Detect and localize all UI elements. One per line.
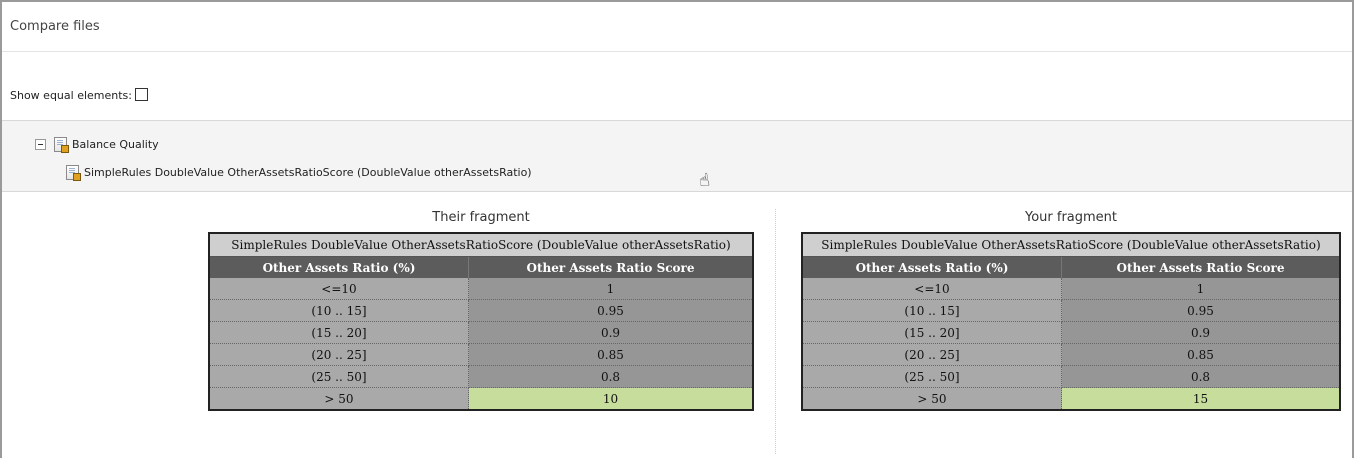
- your-fragment-title: Your fragment: [1024, 210, 1118, 225]
- column-header: Other Assets Ratio (%): [209, 256, 469, 278]
- tree-node-balance-quality[interactable]: Balance Quality: [35, 137, 159, 153]
- condition-cell: <=10: [209, 278, 469, 300]
- score-cell: 0.9: [468, 321, 753, 344]
- score-cell: 0.9: [1061, 321, 1340, 344]
- tree-node-simplerules[interactable]: SimpleRules DoubleValue OtherAssetsRatio…: [66, 165, 532, 181]
- score-cell: 0.95: [468, 299, 753, 322]
- condition-cell: (10 .. 15]: [209, 299, 469, 322]
- column-header: Other Assets Ratio Score: [468, 256, 754, 278]
- table-row: (20 .. 25] 0.85: [209, 343, 753, 366]
- table-row: (15 .. 20] 0.9: [209, 321, 753, 344]
- table-row: (10 .. 15] 0.95: [209, 299, 753, 322]
- table-row: <=10 1: [802, 278, 1340, 300]
- score-cell: 0.8: [468, 365, 753, 388]
- table-row: (25 .. 50] 0.8: [802, 365, 1340, 388]
- show-equal-label: Show equal elements:: [10, 89, 132, 102]
- their-fragment: Their fragment SimpleRules DoubleValue O…: [208, 208, 754, 411]
- changed-score-cell: 15: [1061, 387, 1340, 411]
- score-cell: 0.85: [1061, 343, 1340, 366]
- changed-score-cell: 10: [468, 387, 753, 411]
- panel-title-bar: Compare files: [2, 2, 1352, 52]
- table-row: (15 .. 20] 0.9: [802, 321, 1340, 344]
- panel-title: Compare files: [10, 19, 100, 34]
- column-header: Other Assets Ratio Score: [1061, 256, 1341, 278]
- score-cell: 0.95: [1061, 299, 1340, 322]
- comparison-tree: Balance Quality SimpleRules DoubleValue …: [2, 120, 1352, 192]
- table-row: (25 .. 50] 0.8: [209, 365, 753, 388]
- condition-cell: (25 .. 50]: [209, 365, 469, 388]
- table-row: > 50 10: [209, 387, 753, 411]
- score-cell: 0.85: [468, 343, 753, 366]
- rules-document-icon: [54, 137, 69, 153]
- condition-cell: (15 .. 20]: [209, 321, 469, 344]
- show-equal-option: Show equal elements:: [10, 87, 148, 102]
- their-rules-table: SimpleRules DoubleValue OtherAssetsRatio…: [208, 232, 754, 411]
- column-header: Other Assets Ratio (%): [802, 256, 1062, 278]
- condition-cell: <=10: [802, 278, 1062, 300]
- table-row: <=10 1: [209, 278, 753, 300]
- show-equal-checkbox[interactable]: [135, 87, 148, 101]
- table-row: (20 .. 25] 0.85: [802, 343, 1340, 366]
- your-rules-table: SimpleRules DoubleValue OtherAssetsRatio…: [801, 232, 1341, 411]
- condition-cell: (25 .. 50]: [802, 365, 1062, 388]
- score-cell: 1: [1061, 278, 1340, 300]
- condition-cell: > 50: [802, 387, 1062, 411]
- fragment-divider: [775, 209, 776, 454]
- condition-cell: (10 .. 15]: [802, 299, 1062, 322]
- condition-cell: (15 .. 20]: [802, 321, 1062, 344]
- tree-node-label: Balance Quality: [72, 138, 159, 151]
- score-cell: 0.8: [1061, 365, 1340, 388]
- their-fragment-title: Their fragment: [432, 210, 530, 225]
- hand-pointer-icon: ☝: [697, 169, 712, 192]
- condition-cell: (20 .. 25]: [209, 343, 469, 366]
- your-fragment: Your fragment SimpleRules DoubleValue Ot…: [801, 208, 1341, 411]
- tree-node-label: SimpleRules DoubleValue OtherAssetsRatio…: [84, 166, 532, 179]
- rules-document-icon: [66, 165, 81, 181]
- table-row: (10 .. 15] 0.95: [802, 299, 1340, 322]
- condition-cell: > 50: [209, 387, 469, 411]
- compare-files-panel: Compare files Show equal elements: Balan…: [0, 0, 1354, 458]
- table-caption: SimpleRules DoubleValue OtherAssetsRatio…: [209, 233, 753, 257]
- collapse-icon[interactable]: [35, 139, 46, 150]
- table-caption: SimpleRules DoubleValue OtherAssetsRatio…: [802, 233, 1340, 257]
- score-cell: 1: [468, 278, 753, 300]
- table-row: > 50 15: [802, 387, 1340, 411]
- condition-cell: (20 .. 25]: [802, 343, 1062, 366]
